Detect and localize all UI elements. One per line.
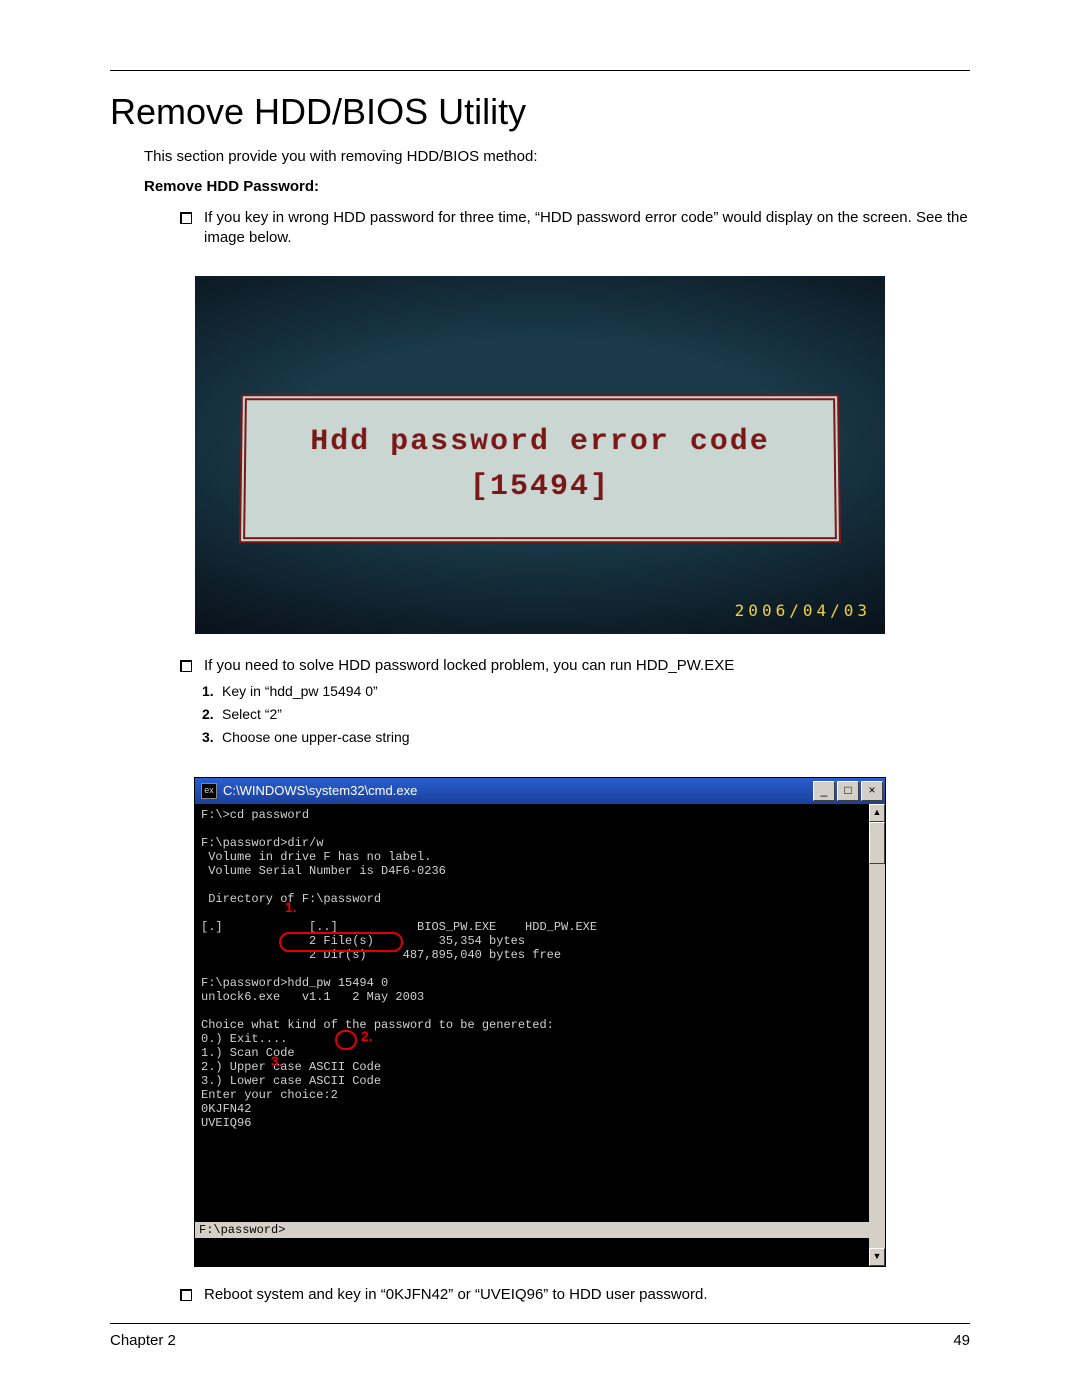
- cmd-output: F:\>cd password F:\password>dir/w Volume…: [195, 804, 869, 1266]
- scroll-track[interactable]: [869, 822, 885, 1248]
- square-bullet-icon: [180, 212, 192, 224]
- bullet-list: Reboot system and key in “0KJFN42” or “U…: [180, 1285, 970, 1305]
- minimize-button[interactable]: _: [813, 781, 835, 801]
- scrollbar[interactable]: ▲ ▼: [869, 804, 885, 1266]
- cmd-text: F:\>cd password F:\password>dir/w Volume…: [201, 808, 597, 1130]
- scroll-down-button[interactable]: ▼: [869, 1248, 885, 1266]
- list-item: 2. Select “2”: [202, 705, 970, 724]
- annotation-circle-2: [335, 1030, 357, 1050]
- page-footer: Chapter 2 49: [110, 1323, 970, 1349]
- step-number: 2.: [202, 705, 222, 724]
- step-number: 1.: [202, 682, 222, 701]
- step-text: Select “2”: [222, 705, 970, 724]
- error-line-2: [15494]: [256, 467, 825, 508]
- cmd-icon: ex: [201, 783, 217, 799]
- scroll-up-button[interactable]: ▲: [869, 804, 885, 822]
- bullet-text: If you key in wrong HDD password for thr…: [204, 208, 970, 249]
- annotation-number-3: 3.: [271, 1054, 283, 1068]
- page-title: Remove HDD/BIOS Utility: [110, 91, 970, 133]
- cmd-window: ex C:\WINDOWS\system32\cmd.exe _ □ × F:\…: [194, 777, 886, 1267]
- maximize-button[interactable]: □: [837, 781, 859, 801]
- scroll-thumb[interactable]: [869, 822, 885, 864]
- document-page: Remove HDD/BIOS Utility This section pro…: [0, 0, 1080, 1397]
- list-item: 1. Key in “hdd_pw 15494 0”: [202, 682, 970, 701]
- step-text: Key in “hdd_pw 15494 0”: [222, 682, 970, 701]
- list-item: Reboot system and key in “0KJFN42” or “U…: [180, 1285, 970, 1305]
- annotation-number-1: 1.: [285, 900, 297, 914]
- list-item: If you key in wrong HDD password for thr…: [180, 208, 970, 249]
- cmd-title-text: C:\WINDOWS\system32\cmd.exe: [223, 782, 417, 800]
- step-number: 3.: [202, 728, 222, 747]
- error-line-1: Hdd password error code: [256, 422, 824, 462]
- bullet-text: Reboot system and key in “0KJFN42” or “U…: [204, 1285, 970, 1305]
- error-panel: Hdd password error code [15494]: [239, 394, 841, 543]
- annotation-number-2: 2.: [361, 1029, 373, 1043]
- footer-chapter: Chapter 2: [110, 1332, 176, 1349]
- error-code-photo: Hdd password error code [15494] 2006/04/…: [195, 276, 885, 634]
- subheading: Remove HDD Password:: [144, 177, 970, 197]
- cmd-titlebar: ex C:\WINDOWS\system32\cmd.exe _ □ ×: [195, 778, 885, 804]
- footer-page-number: 49: [953, 1332, 970, 1349]
- photo-date: 2006/04/03: [735, 600, 871, 622]
- header-rule: [110, 70, 970, 71]
- step-text: Choose one upper-case string: [222, 728, 970, 747]
- cmd-status-line: F:\password>: [195, 1222, 869, 1238]
- intro-text: This section provide you with removing H…: [144, 147, 970, 167]
- body: This section provide you with removing H…: [110, 147, 970, 1305]
- bullet-list: If you key in wrong HDD password for thr…: [180, 208, 970, 249]
- annotation-circle-1: [279, 932, 403, 952]
- list-item: If you need to solve HDD password locked…: [180, 656, 970, 676]
- bullet-list: If you need to solve HDD password locked…: [180, 656, 970, 676]
- square-bullet-icon: [180, 660, 192, 672]
- close-button[interactable]: ×: [861, 781, 883, 801]
- ordered-list: 1. Key in “hdd_pw 15494 0” 2. Select “2”…: [202, 682, 970, 747]
- square-bullet-icon: [180, 1289, 192, 1301]
- list-item: 3. Choose one upper-case string: [202, 728, 970, 747]
- bullet-text: If you need to solve HDD password locked…: [204, 656, 970, 676]
